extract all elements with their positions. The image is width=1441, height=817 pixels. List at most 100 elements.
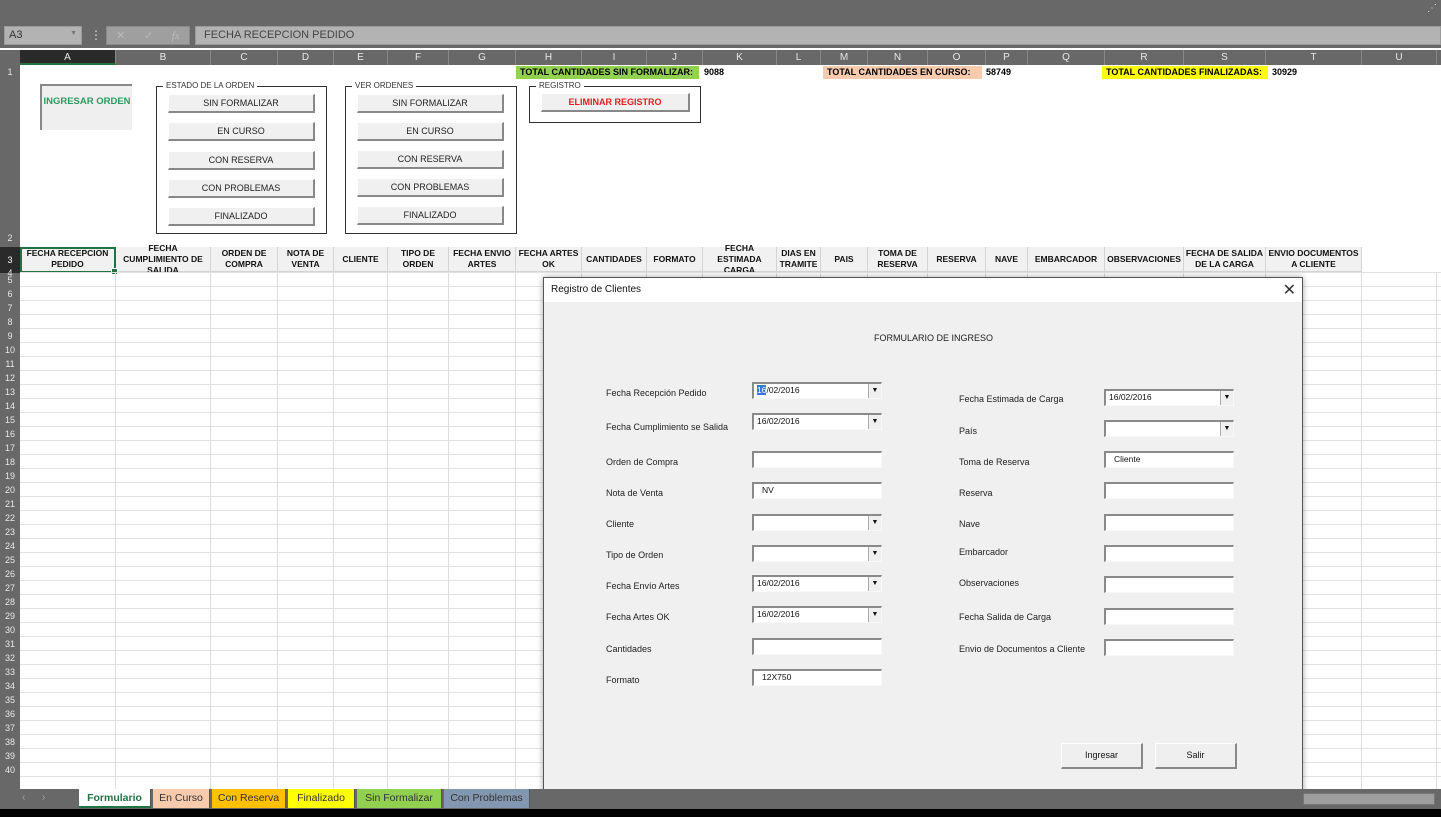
ver-finalizado-button[interactable]: FINALIZADO	[357, 206, 504, 225]
sheet-tab-formulario[interactable]: Formulario	[79, 789, 151, 808]
prev-sheet-icon[interactable]: ‹	[22, 792, 25, 803]
row-header-5[interactable]: 5	[0, 273, 20, 287]
estado-con-reserva-button[interactable]: CON RESERVA	[168, 151, 315, 170]
enter-icon[interactable]: ✓	[144, 29, 153, 42]
row-header-15[interactable]: 15	[0, 413, 20, 427]
row-header-10[interactable]: 10	[0, 343, 20, 357]
row-header-19[interactable]: 19	[0, 469, 20, 483]
column-header-j[interactable]: J	[647, 50, 703, 65]
chevron-down-icon[interactable]: ▼	[868, 547, 881, 561]
row-header-28[interactable]: 28	[0, 595, 20, 609]
eliminar-registro-button[interactable]: ELIMINAR REGISTRO	[541, 93, 690, 112]
name-box[interactable]: A3 ▼	[4, 26, 82, 45]
table-header-cell[interactable]: ORDEN DE COMPRA	[211, 247, 278, 272]
row-header-12[interactable]: 12	[0, 371, 20, 385]
row-header-14[interactable]: 14	[0, 399, 20, 413]
table-header-cell[interactable]: FECHA ENVIO ARTES	[449, 247, 516, 272]
table-header-cell[interactable]: OBSERVACIONES	[1105, 247, 1184, 272]
more-options-icon[interactable]: ⋰	[1427, 3, 1437, 14]
table-header-cell[interactable]: FECHA DE SALIDA DE LA CARGA	[1184, 247, 1266, 272]
field-input[interactable]	[1104, 514, 1234, 531]
row-header-35[interactable]: 35	[0, 693, 20, 707]
column-header-a[interactable]: A	[20, 50, 116, 65]
table-header-cell[interactable]: RESERVA	[928, 247, 986, 272]
chevron-down-icon[interactable]: ▼	[868, 516, 881, 530]
sheet-tab-en-curso[interactable]: En Curso	[153, 789, 210, 808]
field-combobox[interactable]: ▼	[752, 514, 882, 531]
row-header-36[interactable]: 36	[0, 707, 20, 721]
row-header-29[interactable]: 29	[0, 609, 20, 623]
field-input[interactable]	[752, 638, 882, 655]
sheet-tab-con-reserva[interactable]: Con Reserva	[212, 789, 286, 808]
field-input[interactable]	[752, 451, 882, 468]
table-header-cell[interactable]: NOTA DE VENTA	[278, 247, 334, 272]
estado-finalizado-button[interactable]: FINALIZADO	[168, 207, 315, 226]
table-header-cell[interactable]: FECHA ESTIMADA CARGA	[703, 243, 777, 275]
row-header-33[interactable]: 33	[0, 665, 20, 679]
column-header-b[interactable]: B	[116, 50, 211, 65]
field-combobox[interactable]: 16/02/2016 ▼	[752, 382, 882, 399]
column-header-r[interactable]: R	[1105, 50, 1184, 65]
row-header-9[interactable]: 9	[0, 329, 20, 343]
column-header-t[interactable]: T	[1266, 50, 1362, 65]
salir-button[interactable]: Salir	[1155, 743, 1237, 769]
estado-con-problemas-button[interactable]: CON PROBLEMAS	[168, 179, 315, 198]
row-header-16[interactable]: 16	[0, 427, 20, 441]
column-header-q[interactable]: Q	[1028, 50, 1105, 65]
row-header-7[interactable]: 7	[0, 301, 20, 315]
ver-sin-formalizar-button[interactable]: SIN FORMALIZAR	[357, 94, 504, 113]
row-header-38[interactable]: 38	[0, 735, 20, 749]
chevron-down-icon[interactable]: ▼	[1220, 422, 1233, 436]
row-header-30[interactable]: 30	[0, 623, 20, 637]
ver-con-reserva-button[interactable]: CON RESERVA	[357, 150, 504, 169]
column-header-e[interactable]: E	[334, 50, 388, 65]
horizontal-scrollbar[interactable]	[1303, 793, 1435, 805]
row-header-31[interactable]: 31	[0, 637, 20, 651]
column-header-f[interactable]: F	[388, 50, 449, 65]
table-header-cell[interactable]: ENVIO DOCUMENTOS A CLIENTE	[1266, 247, 1362, 272]
column-header-l[interactable]: L	[777, 50, 821, 65]
column-header-d[interactable]: D	[278, 50, 334, 65]
field-input[interactable]: NV	[752, 482, 882, 499]
chevron-down-icon[interactable]: ▼	[70, 30, 77, 37]
row-header-18[interactable]: 18	[0, 455, 20, 469]
row-header-27[interactable]: 27	[0, 581, 20, 595]
field-input[interactable]	[1104, 576, 1234, 593]
row-header-2[interactable]: 2	[0, 80, 20, 247]
row-header-1[interactable]: 1	[0, 65, 20, 80]
row-header-32[interactable]: 32	[0, 651, 20, 665]
table-header-cell[interactable]: PAIS	[821, 247, 868, 272]
field-input[interactable]	[1104, 608, 1234, 625]
row-header-20[interactable]: 20	[0, 483, 20, 497]
table-header-cell[interactable]: FECHA ARTES OK	[516, 247, 582, 272]
row-header-17[interactable]: 17	[0, 441, 20, 455]
row-header-34[interactable]: 34	[0, 679, 20, 693]
column-header-s[interactable]: S	[1184, 50, 1266, 65]
chevron-down-icon[interactable]: ▼	[868, 608, 881, 622]
estado-sin-formalizar-button[interactable]: SIN FORMALIZAR	[168, 94, 315, 113]
field-combobox[interactable]: 16/02/2016 ▼	[752, 413, 882, 430]
formula-input[interactable]: FECHA RECEPCION PEDIDO	[195, 26, 1441, 45]
field-input[interactable]	[1104, 545, 1234, 562]
column-header-p[interactable]: P	[986, 50, 1028, 65]
row-header-8[interactable]: 8	[0, 315, 20, 329]
fx-icon[interactable]: fx	[172, 30, 180, 42]
table-header-cell[interactable]: DIAS EN TRAMITE	[777, 247, 821, 272]
chevron-down-icon[interactable]: ▼	[868, 384, 881, 398]
field-combobox[interactable]: ▼	[1104, 420, 1234, 437]
sheet-tab-sin-formalizar[interactable]: Sin Formalizar	[357, 789, 442, 808]
ver-con-problemas-button[interactable]: CON PROBLEMAS	[357, 178, 504, 197]
cancel-icon[interactable]: ✕	[116, 29, 125, 42]
column-header-n[interactable]: N	[868, 50, 928, 65]
row-header-6[interactable]: 6	[0, 287, 20, 301]
row-header-21[interactable]: 21	[0, 497, 20, 511]
chevron-down-icon[interactable]: ▼	[868, 415, 881, 429]
table-header-cell[interactable]: NAVE	[986, 247, 1028, 272]
table-header-cell[interactable]: FORMATO	[647, 247, 703, 272]
row-header-11[interactable]: 11	[0, 357, 20, 371]
column-header-h[interactable]: H	[516, 50, 582, 65]
ingresar-button[interactable]: Ingresar	[1061, 743, 1143, 769]
field-input[interactable]	[1104, 482, 1234, 499]
field-combobox[interactable]: ▼	[752, 545, 882, 562]
table-header-cell[interactable]: CLIENTE	[334, 247, 388, 272]
